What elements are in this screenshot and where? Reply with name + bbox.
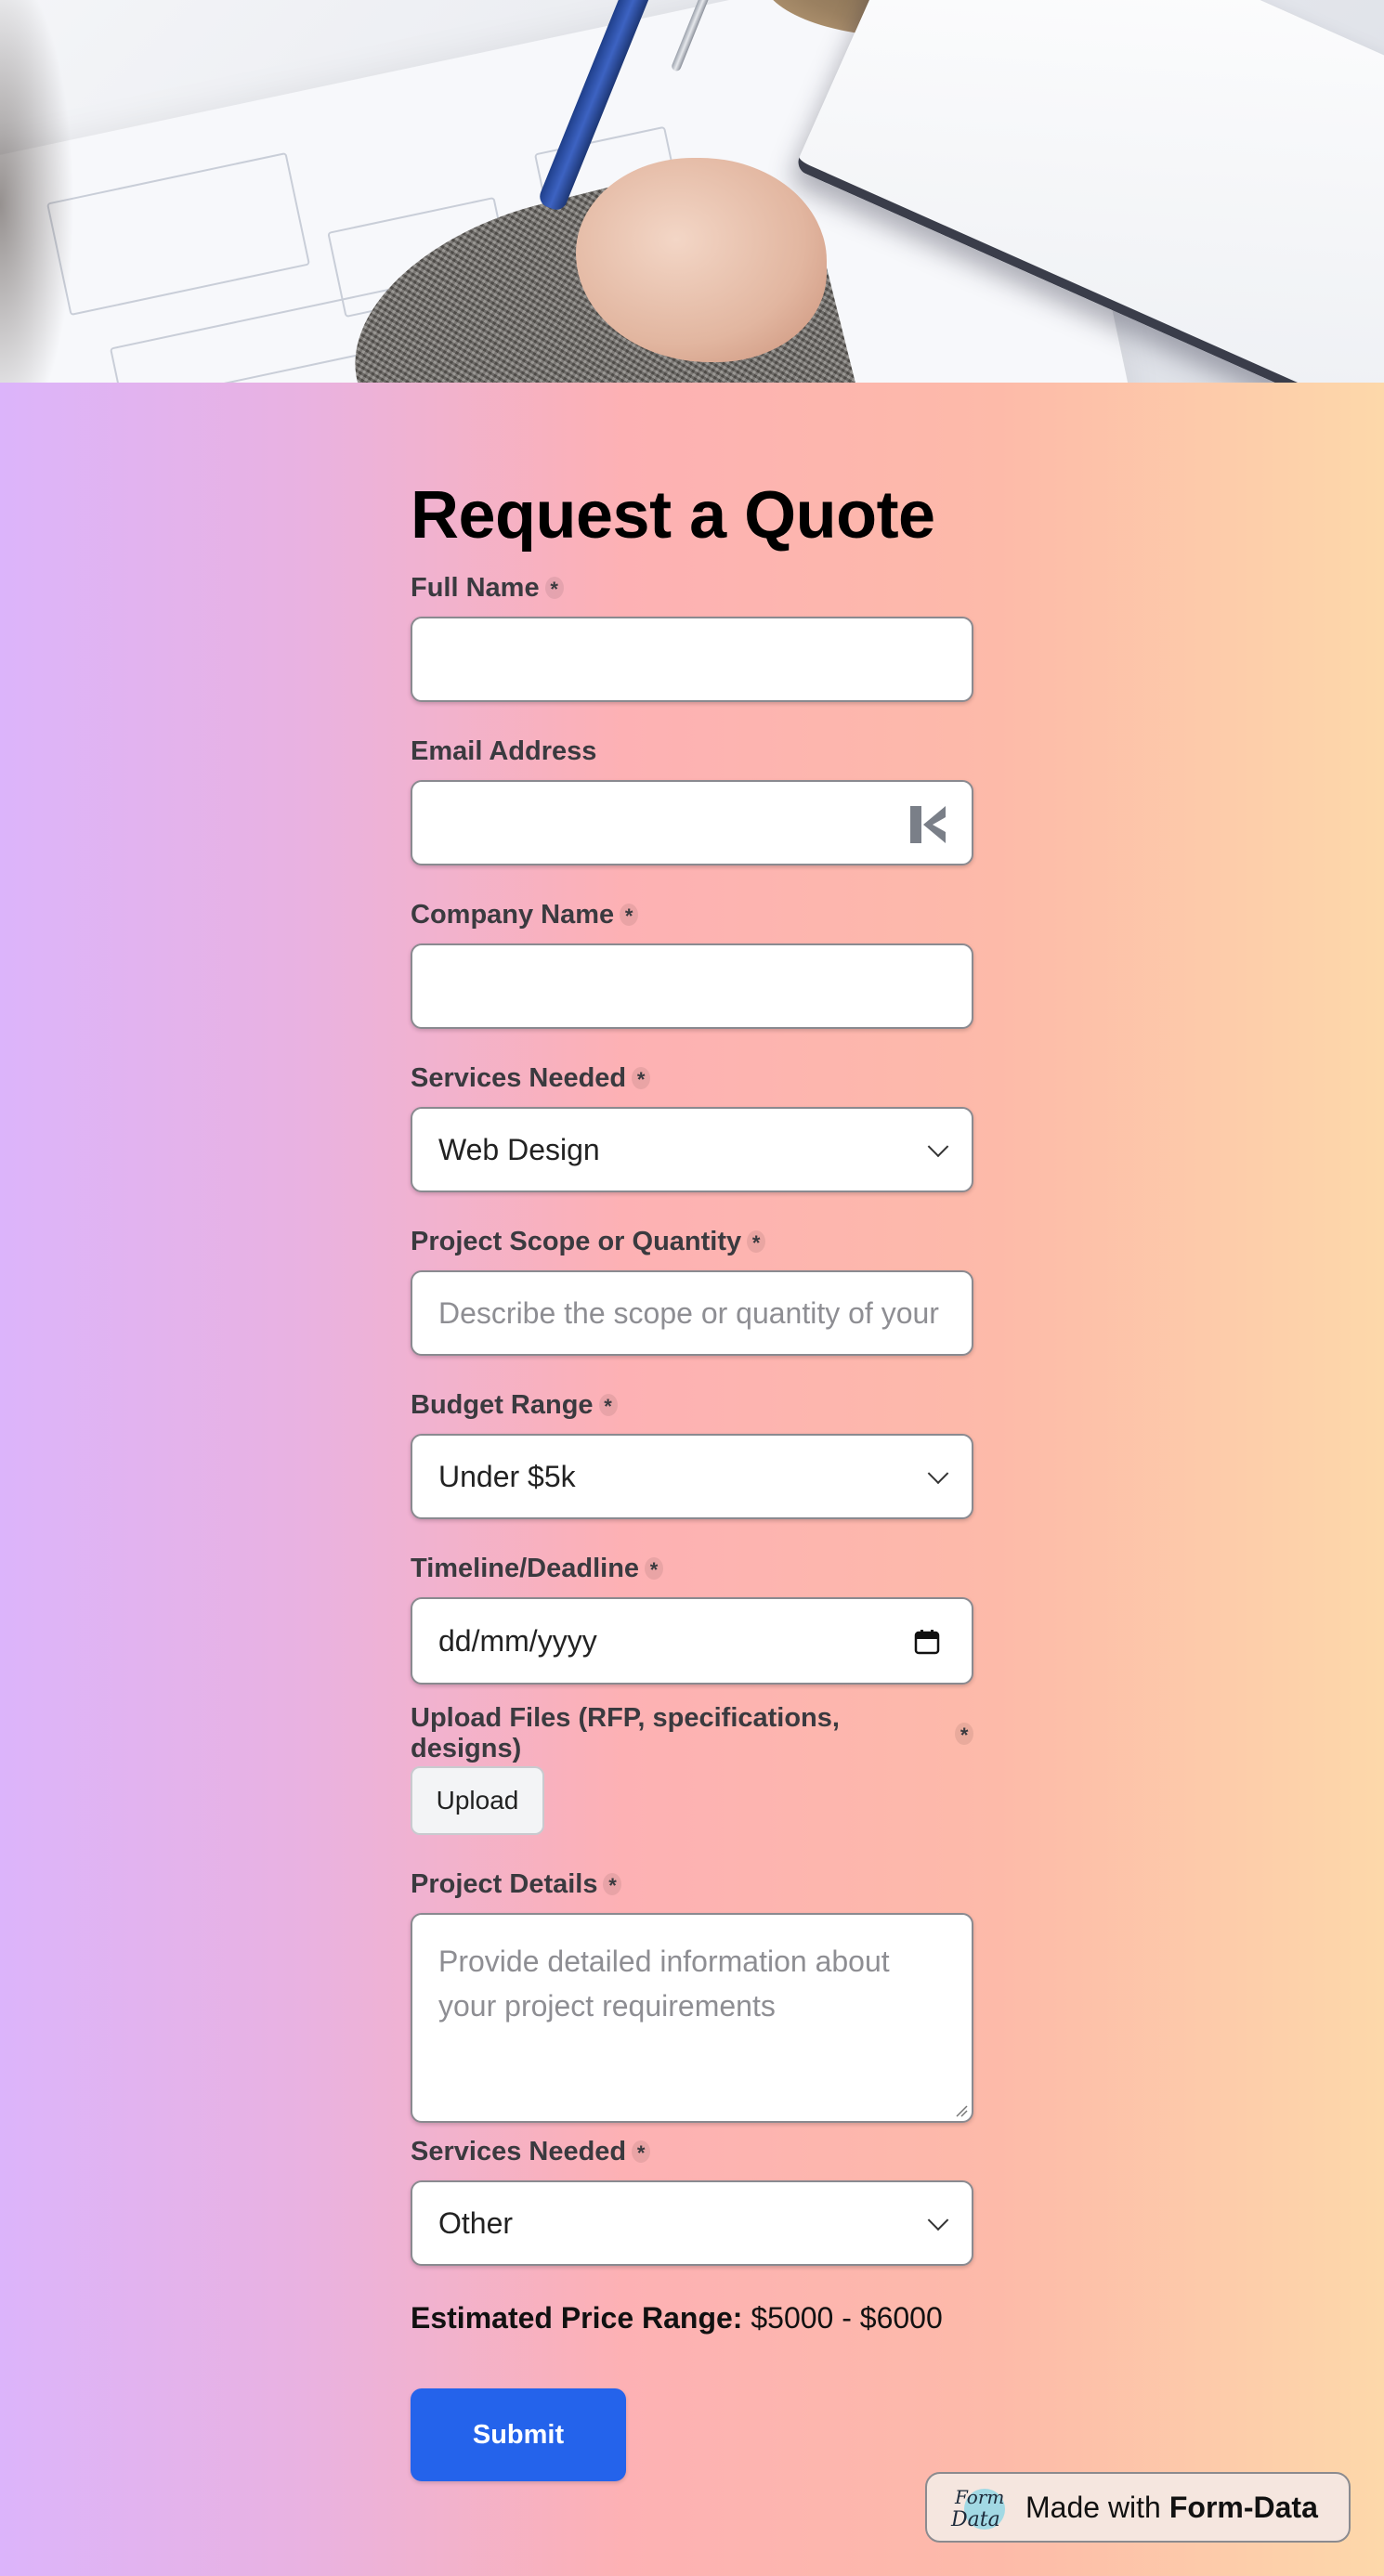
details-placeholder: Provide detailed information about your … (438, 1945, 890, 2023)
date-format-text: dd/mm/yyyy (438, 1623, 597, 1658)
submit-button[interactable]: Submit (411, 2388, 626, 2481)
estimated-price-value: $5000 - $6000 (751, 2301, 943, 2335)
services-label-2: Services Needed * (411, 2130, 973, 2173)
budget-label: Budget Range * (411, 1384, 973, 1426)
upload-field: Upload Files (RFP, specifications, desig… (411, 1703, 973, 1835)
required-marker: * (747, 1230, 766, 1254)
timeline-field: Timeline/Deadline * dd/mm/yyyy (411, 1547, 973, 1685)
budget-select[interactable]: Under $5k (411, 1434, 973, 1519)
required-marker: * (544, 577, 564, 600)
made-with-badge[interactable]: Form Data Made with Form-Data (925, 2472, 1351, 2543)
required-marker: * (955, 1723, 973, 1746)
services-select-2[interactable]: Other (411, 2180, 973, 2266)
company-field: Company Name * (411, 893, 973, 1029)
upload-button[interactable]: Upload (411, 1766, 544, 1835)
services-field-2: Services Needed * Other (411, 2130, 973, 2266)
full-name-label: Full Name * (411, 566, 973, 609)
form-data-logo: Form Data (950, 2486, 1005, 2531)
company-input[interactable] (411, 943, 973, 1029)
badge-prefix: Made with (1025, 2490, 1161, 2524)
full-name-input[interactable] (411, 617, 973, 702)
email-input[interactable] (411, 780, 973, 865)
scope-placeholder: Describe the scope or quantity of your p… (438, 1295, 946, 1330)
resize-handle-icon[interactable] (955, 2104, 968, 2117)
hero-image (0, 0, 1384, 383)
svg-text:Data: Data (950, 2508, 1000, 2531)
quote-form: Request a Quote Full Name * Email Addres… (411, 464, 973, 2481)
svg-text:Form: Form (954, 2486, 1004, 2508)
chevron-down-icon (927, 2209, 949, 2231)
scope-label: Project Scope or Quantity * (411, 1220, 973, 1263)
services-field: Services Needed * Web Design (411, 1057, 973, 1192)
scope-field: Project Scope or Quantity * Describe the… (411, 1220, 973, 1356)
scope-input[interactable]: Describe the scope or quantity of your p… (411, 1270, 973, 1356)
chevron-down-icon (927, 1463, 949, 1485)
budget-field: Budget Range * Under $5k (411, 1384, 973, 1519)
required-marker: * (598, 1394, 618, 1417)
required-marker: * (632, 1067, 651, 1090)
timeline-label: Timeline/Deadline * (411, 1547, 973, 1590)
details-field: Project Details * Provide detailed infor… (411, 1863, 973, 2123)
upload-label: Upload Files (RFP, specifications, desig… (411, 1703, 973, 1763)
badge-brand: Form-Data (1169, 2490, 1318, 2524)
details-textarea[interactable]: Provide detailed information about your … (411, 1913, 973, 2123)
calendar-icon[interactable] (914, 1629, 940, 1655)
services-select[interactable]: Web Design (411, 1107, 973, 1192)
required-marker: * (620, 904, 639, 927)
company-label: Company Name * (411, 893, 973, 936)
page-title: Request a Quote (411, 478, 935, 553)
timeline-date-input[interactable]: dd/mm/yyyy (411, 1597, 973, 1685)
required-marker: * (603, 1873, 622, 1896)
chevron-down-icon (927, 1136, 949, 1158)
estimated-price-label: Estimated Price Range: (411, 2301, 743, 2335)
estimated-price: Estimated Price Range: $5000 - $6000 (411, 2296, 973, 2340)
email-field: Email Address (411, 730, 973, 865)
email-label: Email Address (411, 735, 597, 766)
password-manager-icon[interactable] (908, 804, 947, 845)
required-marker: * (645, 1557, 664, 1581)
required-marker: * (632, 2140, 651, 2164)
services-label: Services Needed * (411, 1057, 973, 1099)
details-label: Project Details * (411, 1863, 973, 1906)
full-name-field: Full Name * (411, 566, 973, 702)
